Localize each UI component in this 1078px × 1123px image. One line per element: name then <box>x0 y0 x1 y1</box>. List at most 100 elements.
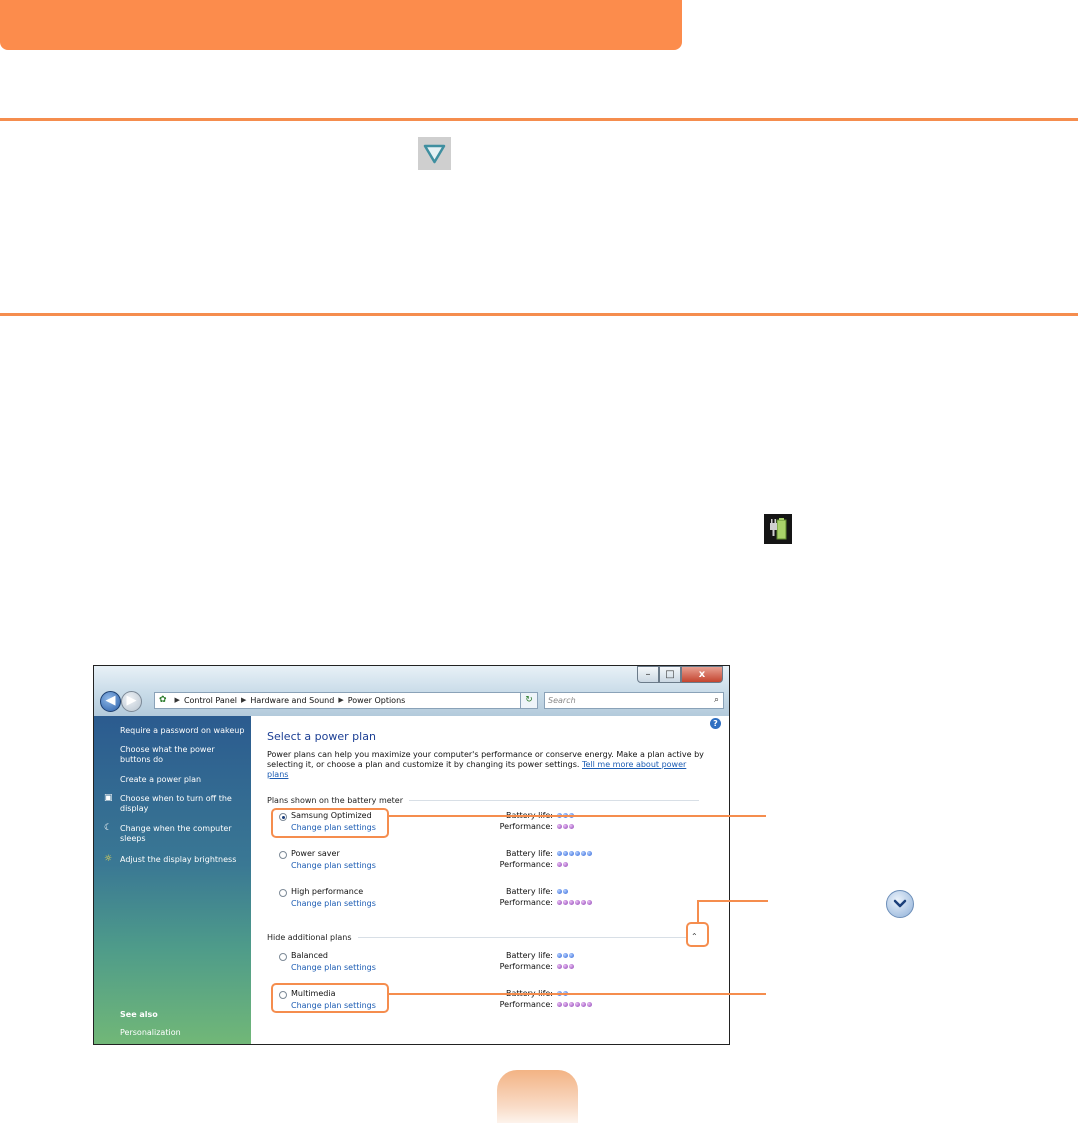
plan-radio[interactable] <box>279 953 287 961</box>
section-divider <box>409 800 699 801</box>
task-computer-sleeps[interactable]: Change when the computer sleeps <box>120 824 238 844</box>
section-battery-meter: Plans shown on the battery meter <box>267 796 699 805</box>
performance-label: Performance: <box>499 962 553 971</box>
battery-life-meter <box>557 887 569 895</box>
power-options-window: – □ x ◀ ▶ ✿ ▶ Control Panel ▶ Hardware a… <box>93 665 730 1045</box>
performance-dot <box>587 1001 592 1007</box>
plan-name[interactable]: Balanced <box>291 951 328 960</box>
battery-dot <box>557 952 562 958</box>
section-battery-label: Plans shown on the battery meter <box>267 796 404 805</box>
change-plan-settings-link[interactable]: Change plan settings <box>291 861 376 870</box>
performance-dot <box>563 963 568 969</box>
section-divider <box>357 937 687 938</box>
performance-dot <box>575 899 580 905</box>
breadcrumb-arrow-icon: ▶ <box>338 696 344 704</box>
performance-dot <box>563 861 568 867</box>
battery-life-label: Battery life: <box>505 887 553 896</box>
battery-dot <box>575 850 580 856</box>
plan-radio[interactable] <box>279 889 287 897</box>
refresh-button[interactable]: ↻ <box>520 692 538 709</box>
callout-line-1 <box>389 815 766 817</box>
callout-line-3 <box>389 993 766 995</box>
battery-dot <box>563 850 568 856</box>
performance-dot <box>569 963 574 969</box>
plan-name[interactable]: High performance <box>291 887 363 896</box>
search-icon[interactable]: ⌕ <box>714 693 719 708</box>
search-input[interactable]: Search ⌕ <box>544 692 724 709</box>
battery-dot <box>563 952 568 958</box>
callout-line-2 <box>697 900 768 902</box>
change-plan-settings-link[interactable]: Change plan settings <box>291 899 376 908</box>
breadcrumb-power-options[interactable]: Power Options <box>348 693 406 708</box>
page-number-tab <box>497 1070 578 1123</box>
performance-dot <box>557 899 562 905</box>
breadcrumb-control-panel[interactable]: Control Panel <box>184 693 237 708</box>
callout-samsung-optimized <box>271 808 389 838</box>
performance-meter <box>557 822 575 830</box>
battery-dot <box>581 850 586 856</box>
performance-meter <box>557 860 569 868</box>
performance-dot <box>581 899 586 905</box>
battery-life-label: Battery life: <box>505 951 553 960</box>
performance-dot <box>557 963 562 969</box>
task-create-plan[interactable]: Create a power plan <box>120 775 201 785</box>
performance-label: Performance: <box>499 898 553 907</box>
battery-dot <box>563 888 568 894</box>
task-require-password[interactable]: Require a password on wakeup <box>120 726 244 736</box>
performance-meter <box>557 1000 593 1008</box>
triangle-down-icon <box>418 137 451 170</box>
plan-name[interactable]: Power saver <box>291 849 340 858</box>
sun-icon: ☼ <box>104 854 113 864</box>
performance-dot <box>575 1001 580 1007</box>
header-banner <box>0 0 682 50</box>
window-controls: – □ x <box>637 666 723 684</box>
task-turn-off-display[interactable]: Choose when to turn off the display <box>120 794 238 814</box>
battery-dot <box>557 850 562 856</box>
monitor-icon: ▣ <box>104 793 113 803</box>
minimize-button[interactable]: – <box>637 666 659 683</box>
control-panel-icon: ✿ <box>159 695 167 705</box>
callout-multimedia <box>271 983 389 1013</box>
title-bar: – □ x ◀ ▶ ✿ ▶ Control Panel ▶ Hardware a… <box>94 666 729 716</box>
performance-label: Performance: <box>499 822 553 831</box>
see-also-heading: See also <box>120 1010 158 1019</box>
performance-dot <box>569 899 574 905</box>
task-display-brightness[interactable]: Adjust the display brightness <box>120 855 236 865</box>
back-button[interactable]: ◀ <box>100 691 121 712</box>
performance-dot <box>581 1001 586 1007</box>
expand-chevron-icon <box>886 890 914 918</box>
battery-dot <box>569 952 574 958</box>
performance-label: Performance: <box>499 860 553 869</box>
battery-life-meter <box>557 951 575 959</box>
breadcrumb-hardware-sound[interactable]: Hardware and Sound <box>250 693 334 708</box>
battery-life-label: Battery life: <box>505 849 553 858</box>
battery-dot <box>557 888 562 894</box>
breadcrumb-arrow-icon: ▶ <box>240 696 247 704</box>
performance-meter <box>557 898 593 906</box>
address-bar[interactable]: ✿ ▶ Control Panel ▶ Hardware and Sound ▶… <box>154 692 537 709</box>
performance-dot <box>557 1001 562 1007</box>
page-title: Select a power plan <box>267 730 376 743</box>
performance-dot <box>569 823 574 829</box>
section-hide-label[interactable]: Hide additional plans <box>267 933 352 942</box>
performance-dot <box>563 1001 568 1007</box>
callout-collapse-button <box>686 922 709 947</box>
close-button[interactable]: x <box>681 666 723 683</box>
help-icon[interactable]: ? <box>710 718 721 729</box>
maximize-button[interactable]: □ <box>659 666 681 683</box>
page-description: Power plans can help you maximize your c… <box>267 750 707 780</box>
breadcrumb-arrow-icon: ▶ <box>174 696 180 704</box>
battery-dot <box>569 850 574 856</box>
change-plan-settings-link[interactable]: Change plan settings <box>291 963 376 972</box>
forward-button[interactable]: ▶ <box>121 691 142 712</box>
battery-dot <box>587 850 592 856</box>
task-power-buttons[interactable]: Choose what the power buttons do <box>120 745 220 765</box>
personalization-link[interactable]: Personalization <box>120 1028 181 1038</box>
battery-plug-icon <box>764 514 792 544</box>
performance-dot <box>563 823 568 829</box>
battery-life-meter <box>557 849 593 857</box>
plan-radio[interactable] <box>279 851 287 859</box>
moon-icon: ☾ <box>104 823 113 833</box>
performance-dot <box>557 861 562 867</box>
performance-dot <box>563 899 568 905</box>
